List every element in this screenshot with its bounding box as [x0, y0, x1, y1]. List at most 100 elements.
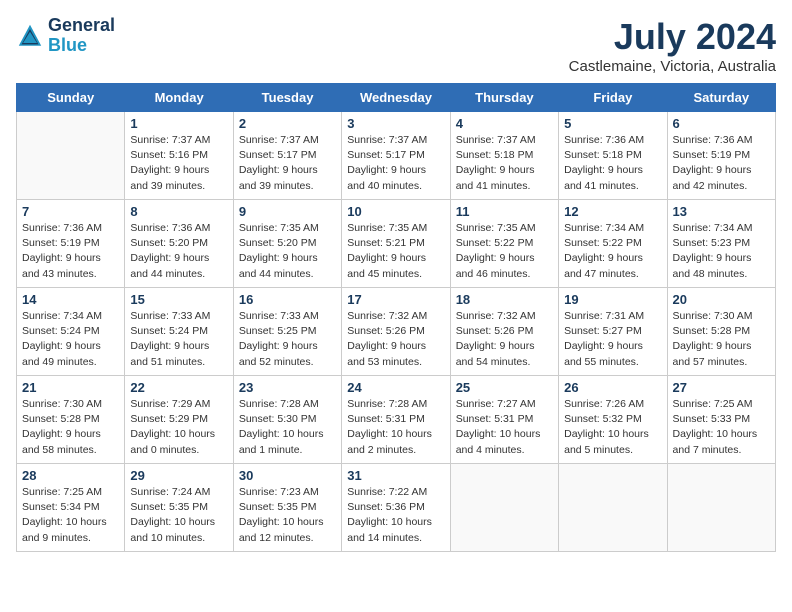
calendar-day-cell: [559, 464, 667, 552]
weekday-cell: Tuesday: [233, 84, 341, 112]
day-number: 9: [239, 204, 336, 219]
calendar-table: SundayMondayTuesdayWednesdayThursdayFrid…: [16, 83, 776, 552]
day-detail: Sunrise: 7:31 AMSunset: 5:27 PMDaylight:…: [564, 309, 661, 370]
day-number: 2: [239, 116, 336, 131]
calendar-day-cell: 17Sunrise: 7:32 AMSunset: 5:26 PMDayligh…: [342, 288, 450, 376]
calendar-day-cell: 25 Sunrise: 7:27 AMSunset: 5:31 PMDayligh…: [450, 376, 558, 464]
day-detail: Sunrise: 7:34 AMSunset: 5:24 PMDaylight:…: [22, 309, 119, 370]
calendar-day-cell: [667, 464, 775, 552]
calendar-week-row: 1 Sunrise: 7:37 AMSunset: 5:16 PMDaylight…: [17, 112, 776, 200]
day-number: 22: [130, 380, 227, 395]
day-number: 5: [564, 116, 661, 131]
logo: General Blue: [16, 16, 115, 56]
title-block: July 2024 Castlemaine, Victoria, Austral…: [569, 16, 776, 75]
day-number: 13: [673, 204, 770, 219]
calendar-day-cell: 26 Sunrise: 7:26 AMSunset: 5:32 PMDayligh…: [559, 376, 667, 464]
day-number: 16: [239, 292, 336, 307]
day-number: 14: [22, 292, 119, 307]
calendar-day-cell: 22 Sunrise: 7:29 AMSunset: 5:29 PMDayligh…: [125, 376, 233, 464]
calendar-day-cell: 18Sunrise: 7:32 AMSunset: 5:26 PMDayligh…: [450, 288, 558, 376]
day-number: 15: [130, 292, 227, 307]
day-detail: Sunrise: 7:28 AMSunset: 5:30 PMDaylight:…: [239, 397, 336, 458]
day-detail: Sunrise: 7:35 AMSunset: 5:22 PMDaylight:…: [456, 221, 553, 282]
day-detail: Sunrise: 7:36 AMSunset: 5:19 PMDaylight:…: [673, 133, 770, 194]
calendar-day-cell: 29 Sunrise: 7:24 AMSunset: 5:35 PMDayligh…: [125, 464, 233, 552]
weekday-cell: Saturday: [667, 84, 775, 112]
calendar-day-cell: 11 Sunrise: 7:35 AMSunset: 5:22 PMDayligh…: [450, 200, 558, 288]
day-number: 11: [456, 204, 553, 219]
month-year-title: July 2024: [569, 16, 776, 58]
day-number: 27: [673, 380, 770, 395]
calendar-day-cell: 23 Sunrise: 7:28 AMSunset: 5:30 PMDayligh…: [233, 376, 341, 464]
day-detail: Sunrise: 7:32 AMSunset: 5:26 PMDaylight:…: [347, 309, 444, 370]
calendar-day-cell: 27 Sunrise: 7:25 AMSunset: 5:33 PMDayligh…: [667, 376, 775, 464]
day-number: 24: [347, 380, 444, 395]
day-number: 21: [22, 380, 119, 395]
calendar-day-cell: 3Sunrise: 7:37 AMSunset: 5:17 PMDaylight…: [342, 112, 450, 200]
day-number: 4: [456, 116, 553, 131]
calendar-day-cell: 19 Sunrise: 7:31 AMSunset: 5:27 PMDayligh…: [559, 288, 667, 376]
day-number: 20: [673, 292, 770, 307]
day-number: 18: [456, 292, 553, 307]
day-number: 26: [564, 380, 661, 395]
calendar-day-cell: 6 Sunrise: 7:36 AMSunset: 5:19 PMDaylight…: [667, 112, 775, 200]
day-detail: Sunrise: 7:25 AMSunset: 5:33 PMDaylight:…: [673, 397, 770, 458]
weekday-cell: Sunday: [17, 84, 125, 112]
day-detail: Sunrise: 7:33 AMSunset: 5:24 PMDaylight:…: [130, 309, 227, 370]
day-detail: Sunrise: 7:22 AMSunset: 5:36 PMDaylight:…: [347, 485, 444, 546]
calendar-day-cell: [450, 464, 558, 552]
day-detail: Sunrise: 7:35 AMSunset: 5:21 PMDaylight:…: [347, 221, 444, 282]
calendar-day-cell: 20 Sunrise: 7:30 AMSunset: 5:28 PMDayligh…: [667, 288, 775, 376]
calendar-day-cell: 2 Sunrise: 7:37 AMSunset: 5:17 PMDaylight…: [233, 112, 341, 200]
calendar-body: 1 Sunrise: 7:37 AMSunset: 5:16 PMDaylight…: [17, 112, 776, 552]
day-number: 30: [239, 468, 336, 483]
calendar-day-cell: 16Sunrise: 7:33 AMSunset: 5:25 PMDayligh…: [233, 288, 341, 376]
day-number: 6: [673, 116, 770, 131]
weekday-cell: Wednesday: [342, 84, 450, 112]
calendar-day-cell: 31 Sunrise: 7:22 AMSunset: 5:36 PMDayligh…: [342, 464, 450, 552]
day-detail: Sunrise: 7:37 AMSunset: 5:16 PMDaylight:…: [130, 133, 227, 194]
day-detail: Sunrise: 7:27 AMSunset: 5:31 PMDaylight:…: [456, 397, 553, 458]
day-detail: Sunrise: 7:35 AMSunset: 5:20 PMDaylight:…: [239, 221, 336, 282]
day-number: 8: [130, 204, 227, 219]
day-detail: Sunrise: 7:37 AMSunset: 5:17 PMDaylight:…: [239, 133, 336, 194]
day-number: 10: [347, 204, 444, 219]
calendar-day-cell: 8Sunrise: 7:36 AMSunset: 5:20 PMDaylight…: [125, 200, 233, 288]
calendar-day-cell: 7Sunrise: 7:36 AMSunset: 5:19 PMDaylight…: [17, 200, 125, 288]
day-detail: Sunrise: 7:36 AMSunset: 5:18 PMDaylight:…: [564, 133, 661, 194]
calendar-day-cell: 9 Sunrise: 7:35 AMSunset: 5:20 PMDaylight…: [233, 200, 341, 288]
day-detail: Sunrise: 7:37 AMSunset: 5:18 PMDaylight:…: [456, 133, 553, 194]
day-detail: Sunrise: 7:24 AMSunset: 5:35 PMDaylight:…: [130, 485, 227, 546]
calendar-week-row: 7Sunrise: 7:36 AMSunset: 5:19 PMDaylight…: [17, 200, 776, 288]
calendar-day-cell: 21 Sunrise: 7:30 AMSunset: 5:28 PMDayligh…: [17, 376, 125, 464]
weekday-header-row: SundayMondayTuesdayWednesdayThursdayFrid…: [17, 84, 776, 112]
location-subtitle: Castlemaine, Victoria, Australia: [569, 58, 776, 75]
day-number: 12: [564, 204, 661, 219]
day-number: 3: [347, 116, 444, 131]
weekday-cell: Thursday: [450, 84, 558, 112]
weekday-cell: Monday: [125, 84, 233, 112]
calendar-week-row: 21 Sunrise: 7:30 AMSunset: 5:28 PMDayligh…: [17, 376, 776, 464]
day-number: 31: [347, 468, 444, 483]
day-number: 19: [564, 292, 661, 307]
calendar-day-cell: 1 Sunrise: 7:37 AMSunset: 5:16 PMDaylight…: [125, 112, 233, 200]
day-number: 29: [130, 468, 227, 483]
day-number: 25: [456, 380, 553, 395]
day-detail: Sunrise: 7:34 AMSunset: 5:22 PMDaylight:…: [564, 221, 661, 282]
day-detail: Sunrise: 7:26 AMSunset: 5:32 PMDaylight:…: [564, 397, 661, 458]
day-number: 23: [239, 380, 336, 395]
calendar-day-cell: 12 Sunrise: 7:34 AMSunset: 5:22 PMDayligh…: [559, 200, 667, 288]
calendar-day-cell: 4 Sunrise: 7:37 AMSunset: 5:18 PMDaylight…: [450, 112, 558, 200]
weekday-cell: Friday: [559, 84, 667, 112]
day-number: 1: [130, 116, 227, 131]
day-detail: Sunrise: 7:25 AMSunset: 5:34 PMDaylight:…: [22, 485, 119, 546]
logo-text: General Blue: [48, 16, 115, 56]
day-detail: Sunrise: 7:30 AMSunset: 5:28 PMDaylight:…: [22, 397, 119, 458]
day-detail: Sunrise: 7:30 AMSunset: 5:28 PMDaylight:…: [673, 309, 770, 370]
calendar-day-cell: 15 Sunrise: 7:33 AMSunset: 5:24 PMDayligh…: [125, 288, 233, 376]
page-header: General Blue July 2024 Castlemaine, Vict…: [16, 16, 776, 75]
day-detail: Sunrise: 7:29 AMSunset: 5:29 PMDaylight:…: [130, 397, 227, 458]
day-detail: Sunrise: 7:34 AMSunset: 5:23 PMDaylight:…: [673, 221, 770, 282]
calendar-day-cell: 28 Sunrise: 7:25 AMSunset: 5:34 PMDayligh…: [17, 464, 125, 552]
day-number: 28: [22, 468, 119, 483]
